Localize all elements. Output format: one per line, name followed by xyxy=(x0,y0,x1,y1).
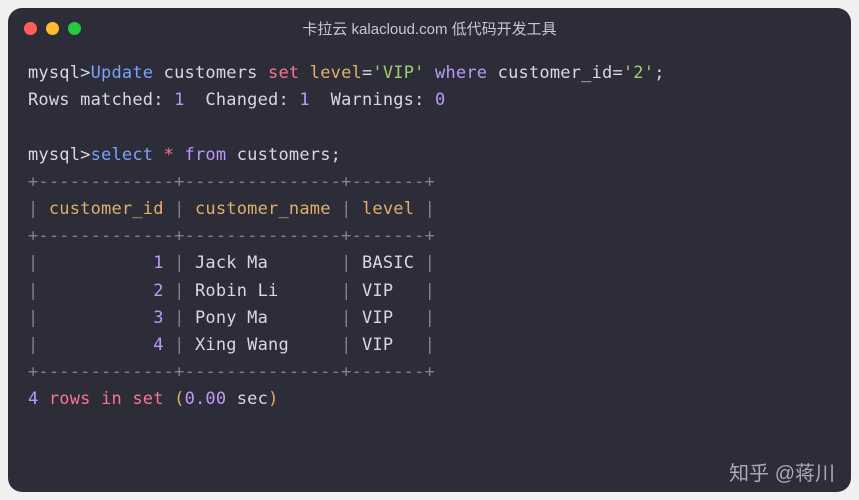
val-vip: 'VIP' xyxy=(372,63,424,83)
row1-name: Jack Ma xyxy=(195,253,331,273)
prompt2: mysql> xyxy=(28,145,91,165)
row2-level: VIP xyxy=(362,281,414,301)
rows-matched-val: 1 xyxy=(174,90,184,110)
header-customer-id: customer_id xyxy=(49,199,164,219)
changed-val: 1 xyxy=(299,90,309,110)
kw-star: * xyxy=(164,145,174,165)
paren-open: ( xyxy=(174,389,184,409)
terminal-window: 卡拉云 kalacloud.com 低代码开发工具 mysql>Update c… xyxy=(8,8,851,492)
maximize-icon[interactable] xyxy=(68,22,81,35)
col-customer-id: customer_id xyxy=(498,63,613,83)
summary-set: set xyxy=(132,389,163,409)
header-customer-name: customer_name xyxy=(195,199,331,219)
kw-from: from xyxy=(185,145,227,165)
semicolon: ; xyxy=(654,63,664,83)
val-2: '2' xyxy=(623,63,654,83)
row1-level: BASIC xyxy=(362,253,414,273)
summary-rows: rows xyxy=(49,389,91,409)
summary-count: 4 xyxy=(28,389,38,409)
changed-label: Changed: xyxy=(205,90,288,110)
row3-level: VIP xyxy=(362,308,414,328)
summary-sec: sec xyxy=(237,389,268,409)
col-level: level xyxy=(310,63,362,83)
paren-close: ) xyxy=(268,389,278,409)
minimize-icon[interactable] xyxy=(46,22,59,35)
table-name2: customers xyxy=(237,145,331,165)
warnings-val: 0 xyxy=(435,90,445,110)
eq2: = xyxy=(612,63,622,83)
table-border-bot: +-------------+---------------+-------+ xyxy=(28,362,435,382)
table-border-top: +-------------+---------------+-------+ xyxy=(28,172,435,192)
titlebar: 卡拉云 kalacloud.com 低代码开发工具 xyxy=(8,8,851,48)
kw-set: set xyxy=(268,63,299,83)
warnings-label: Warnings: xyxy=(331,90,425,110)
row1-id: 1 xyxy=(153,253,163,273)
header-level: level xyxy=(362,199,414,219)
pipe: | xyxy=(28,199,38,219)
watermark: 知乎 @蒋川 xyxy=(729,457,835,486)
close-icon[interactable] xyxy=(24,22,37,35)
summary-time: 0.00 xyxy=(185,389,227,409)
row4-id: 4 xyxy=(153,335,163,355)
window-title: 卡拉云 kalacloud.com 低代码开发工具 xyxy=(8,18,851,39)
eq: = xyxy=(362,63,372,83)
traffic-lights xyxy=(24,22,81,35)
semicolon2: ; xyxy=(331,145,341,165)
row4-level: VIP xyxy=(362,335,414,355)
row3-id: 3 xyxy=(153,308,163,328)
kw-where: where xyxy=(435,63,487,83)
row2-id: 2 xyxy=(153,281,163,301)
table-name: customers xyxy=(164,63,258,83)
row3-name: Pony Ma xyxy=(195,308,331,328)
row4-name: Xing Wang xyxy=(195,335,331,355)
summary-in: in xyxy=(101,389,122,409)
terminal-content[interactable]: mysql>Update customers set level='VIP' w… xyxy=(8,48,851,425)
rows-matched-label: Rows matched: xyxy=(28,90,164,110)
row2-name: Robin Li xyxy=(195,281,331,301)
kw-update: Update xyxy=(91,63,154,83)
table-border-mid: +-------------+---------------+-------+ xyxy=(28,226,435,246)
kw-select: select xyxy=(91,145,154,165)
prompt: mysql> xyxy=(28,63,91,83)
